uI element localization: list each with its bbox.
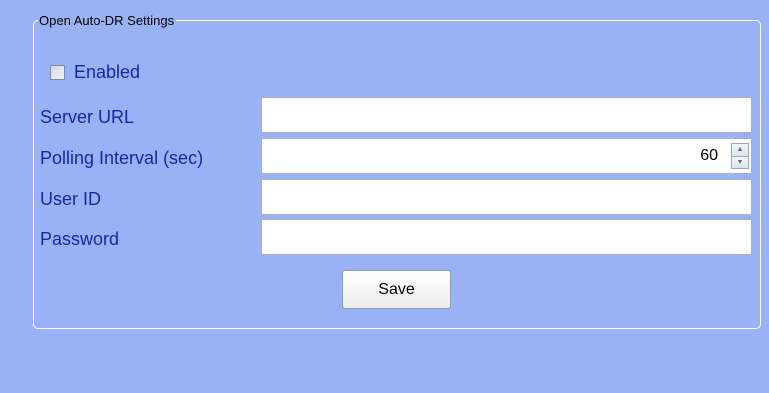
triangle-up-icon: ▲ <box>736 146 744 154</box>
user-id-label: User ID <box>40 189 102 209</box>
groupbox-title: Open Auto-DR Settings <box>38 12 177 29</box>
enabled-checkbox-row[interactable]: Enabled <box>50 61 140 83</box>
polling-interval-value[interactable]: 60 <box>700 147 718 165</box>
save-button[interactable]: Save <box>342 270 451 309</box>
password-label: Password <box>40 229 120 249</box>
polling-interval-label: Polling Interval (sec) <box>40 148 204 168</box>
user-id-input[interactable] <box>261 179 752 215</box>
enabled-checkbox[interactable] <box>50 64 65 80</box>
polling-interval-stepper[interactable]: 60 ▲ ▼ <box>261 138 752 174</box>
triangle-down-icon: ▼ <box>736 158 744 166</box>
password-input[interactable] <box>261 219 752 255</box>
spin-down-button[interactable]: ▼ <box>731 156 749 169</box>
server-url-label: Server URL <box>40 107 135 127</box>
server-url-input[interactable] <box>261 97 752 133</box>
spin-up-button[interactable]: ▲ <box>731 143 749 157</box>
enabled-label[interactable]: Enabled <box>74 62 140 83</box>
spin-buttons: ▲ ▼ <box>731 143 749 169</box>
